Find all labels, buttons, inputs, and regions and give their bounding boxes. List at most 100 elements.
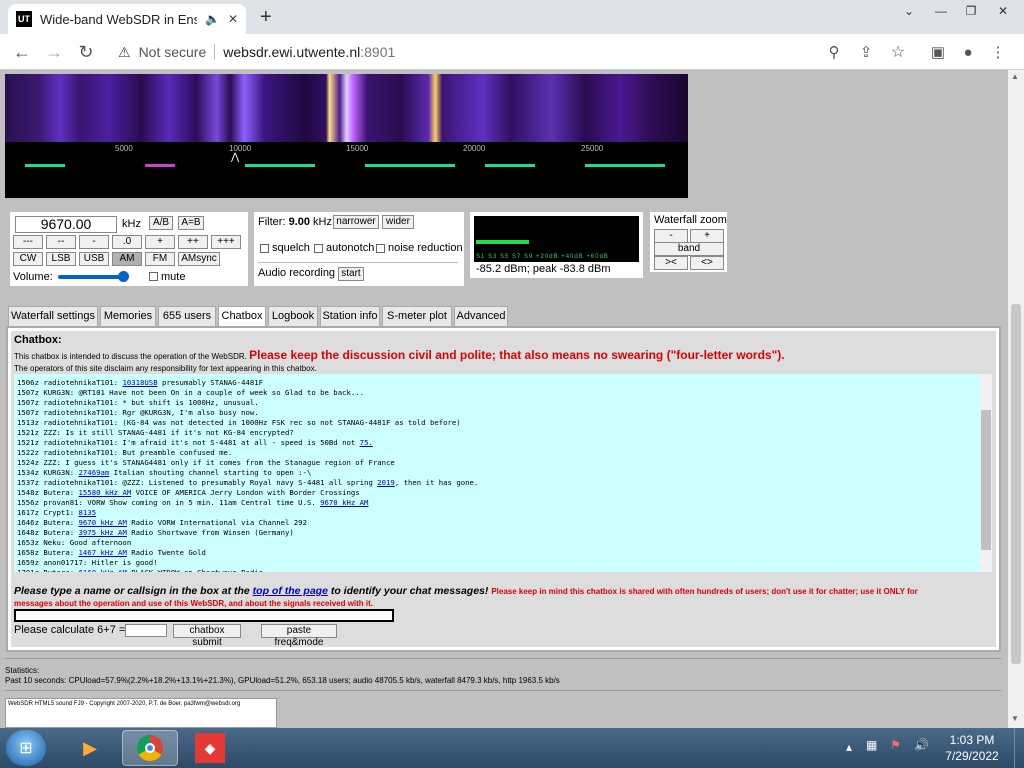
tab-memories[interactable]: Memories	[100, 306, 156, 326]
scroll-left-button[interactable]: ><	[654, 256, 688, 270]
top-of-page-link[interactable]: top of the page	[253, 585, 328, 597]
scroll-down-icon[interactable]: ▼	[1011, 714, 1019, 723]
minimize-icon[interactable]: —	[926, 0, 956, 22]
reload-icon[interactable]: ↻	[74, 40, 98, 64]
chat-frequency-link[interactable]: 1467 kHz AM	[79, 548, 127, 557]
action-center-icon[interactable]: ⚑	[890, 738, 901, 752]
mode-am-button[interactable]: AM	[112, 252, 142, 266]
anydesk-icon[interactable]: ◆	[182, 730, 238, 766]
zoom-in-button[interactable]: +	[690, 229, 724, 243]
scroll-up-icon[interactable]: ▲	[1011, 72, 1019, 81]
chat-frequency-link[interactable]: 27469am	[79, 468, 110, 477]
browser-tab[interactable]: UT Wide-band WebSDR in Ensc 🔈 ✕	[8, 4, 246, 34]
mute-checkbox[interactable]	[149, 272, 158, 281]
station-label-bar[interactable]	[145, 164, 175, 167]
tab-search-icon[interactable]: ⌄	[894, 0, 924, 22]
chat-log-scrollbar[interactable]	[980, 374, 992, 572]
tab-smeter-plot[interactable]: S-meter plot	[382, 306, 452, 326]
chat-frequency-link[interactable]: 75.	[360, 438, 373, 447]
station-label-bar[interactable]	[365, 164, 455, 167]
side-panel-icon[interactable]: ▣	[926, 40, 950, 64]
step-up-3-button[interactable]: +++	[211, 235, 241, 249]
step-down-3-button[interactable]: ---	[13, 235, 43, 249]
volume-slider-handle[interactable]	[118, 271, 129, 282]
mode-fm-button[interactable]: FM	[145, 252, 175, 266]
chat-frequency-link[interactable]: 2019	[377, 478, 395, 487]
chat-frequency-link[interactable]: 9670 kHz AM	[320, 498, 368, 507]
page-scrollbar-thumb[interactable]	[1011, 304, 1021, 664]
waterfall-spectrogram[interactable]	[5, 74, 688, 142]
show-desktop-button[interactable]	[1014, 728, 1024, 768]
mode-cw-button[interactable]: CW	[13, 252, 43, 266]
chat-log[interactable]: 1506z radiotehnikaT101: 10318USB presuma…	[14, 374, 992, 572]
ab-button[interactable]: A/B	[149, 216, 173, 230]
station-label-bar[interactable]	[25, 164, 65, 167]
autonotch-checkbox[interactable]	[314, 244, 323, 253]
forward-icon[interactable]: →	[42, 40, 66, 64]
tuning-marker-icon[interactable]: ⋀	[231, 152, 239, 163]
captcha-input[interactable]	[125, 624, 167, 637]
close-tab-icon[interactable]: ✕	[228, 12, 238, 26]
chat-frequency-link[interactable]: 15580 kHz AM	[79, 488, 132, 497]
volume-slider[interactable]	[58, 275, 122, 279]
tray-expand-icon[interactable]: ▴	[846, 740, 852, 754]
chat-message-input[interactable]	[14, 609, 394, 622]
restore-icon[interactable]: ❐	[956, 0, 986, 22]
station-label-bar[interactable]	[585, 164, 665, 167]
volume-icon[interactable]: 🔊	[914, 738, 929, 752]
tab-chatbox[interactable]: Chatbox	[218, 306, 266, 327]
system-clock[interactable]: 1:03 PM 7/29/2022	[942, 732, 1002, 764]
noise-reduction-checkbox[interactable]	[376, 244, 385, 253]
zoom-icon[interactable]: ⚲	[822, 40, 846, 64]
frequency-input[interactable]: 9670.00	[15, 216, 117, 233]
chat-frequency-link[interactable]: 6160 kHz AM	[79, 568, 127, 572]
zoom-band-button[interactable]: band	[654, 242, 724, 256]
page-scrollbar[interactable]: ▲ ▼	[1008, 70, 1024, 728]
menu-icon[interactable]: ⋮	[986, 40, 1010, 64]
chat-frequency-link[interactable]: 3975 kHz AM	[79, 528, 127, 537]
mode-usb-button[interactable]: USB	[79, 252, 109, 266]
chrome-icon[interactable]	[122, 730, 178, 766]
speaker-icon[interactable]: 🔈	[205, 12, 220, 26]
station-label-bar[interactable]	[245, 164, 315, 167]
share-icon[interactable]: ⇪	[854, 40, 878, 64]
zoom-out-button[interactable]: -	[654, 229, 688, 243]
smeter-display[interactable]: S1 S3 S5 S7 S9 +20dB +40dB +60dB	[474, 216, 639, 262]
a-equals-b-button[interactable]: A=B	[178, 216, 204, 230]
step-down-2-button[interactable]: --	[46, 235, 76, 249]
chat-scrollbar-thumb[interactable]	[981, 410, 991, 550]
close-window-icon[interactable]: ✕	[988, 0, 1018, 22]
step-up-1-button[interactable]: +	[145, 235, 175, 249]
narrower-button[interactable]: narrower	[333, 215, 379, 229]
waterfall-frequency-scale[interactable]: 5000 10000 15000 20000 25000	[5, 142, 688, 198]
media-player-icon[interactable]: ▶	[62, 730, 118, 766]
step-up-2-button[interactable]: ++	[178, 235, 208, 249]
warning-icon[interactable]: ⚠	[118, 44, 131, 61]
station-label-bar[interactable]	[485, 164, 535, 167]
chat-frequency-link[interactable]: 8135	[79, 508, 97, 517]
back-icon[interactable]: ←	[10, 40, 34, 64]
chat-frequency-link[interactable]: 9670 kHz AM	[79, 518, 127, 527]
chatbox-submit-button[interactable]: chatbox submit	[173, 624, 241, 648]
paste-freq-mode-button[interactable]: paste freq&mode	[261, 624, 337, 648]
scroll-right-button[interactable]: <>	[690, 256, 724, 270]
tab-logbook[interactable]: Logbook	[268, 306, 318, 326]
network-icon[interactable]: ▦	[866, 738, 877, 752]
recording-start-button[interactable]: start	[338, 267, 364, 281]
mode-lsb-button[interactable]: LSB	[46, 252, 76, 266]
step-down-1-button[interactable]: -	[79, 235, 109, 249]
profile-icon[interactable]: ●	[956, 40, 980, 64]
start-button[interactable]: ⊞	[6, 730, 46, 766]
tab-advanced[interactable]: Advanced	[454, 306, 508, 326]
new-tab-button[interactable]: +	[260, 6, 272, 29]
chat-frequency-link[interactable]: 10318USB	[122, 378, 157, 387]
bookmark-star-icon[interactable]: ☆	[886, 40, 910, 64]
tab-users[interactable]: 655 users	[158, 306, 216, 326]
tab-station-info[interactable]: Station info	[320, 306, 380, 326]
mode-amsync-button[interactable]: AMsync	[178, 252, 220, 266]
wider-button[interactable]: wider	[382, 215, 414, 229]
waterfall-display[interactable]: 5000 10000 15000 20000 25000 ⋀	[5, 74, 688, 198]
squelch-checkbox[interactable]	[260, 244, 269, 253]
tab-waterfall-settings[interactable]: Waterfall settings	[8, 306, 98, 326]
round-button[interactable]: .0	[112, 235, 142, 249]
